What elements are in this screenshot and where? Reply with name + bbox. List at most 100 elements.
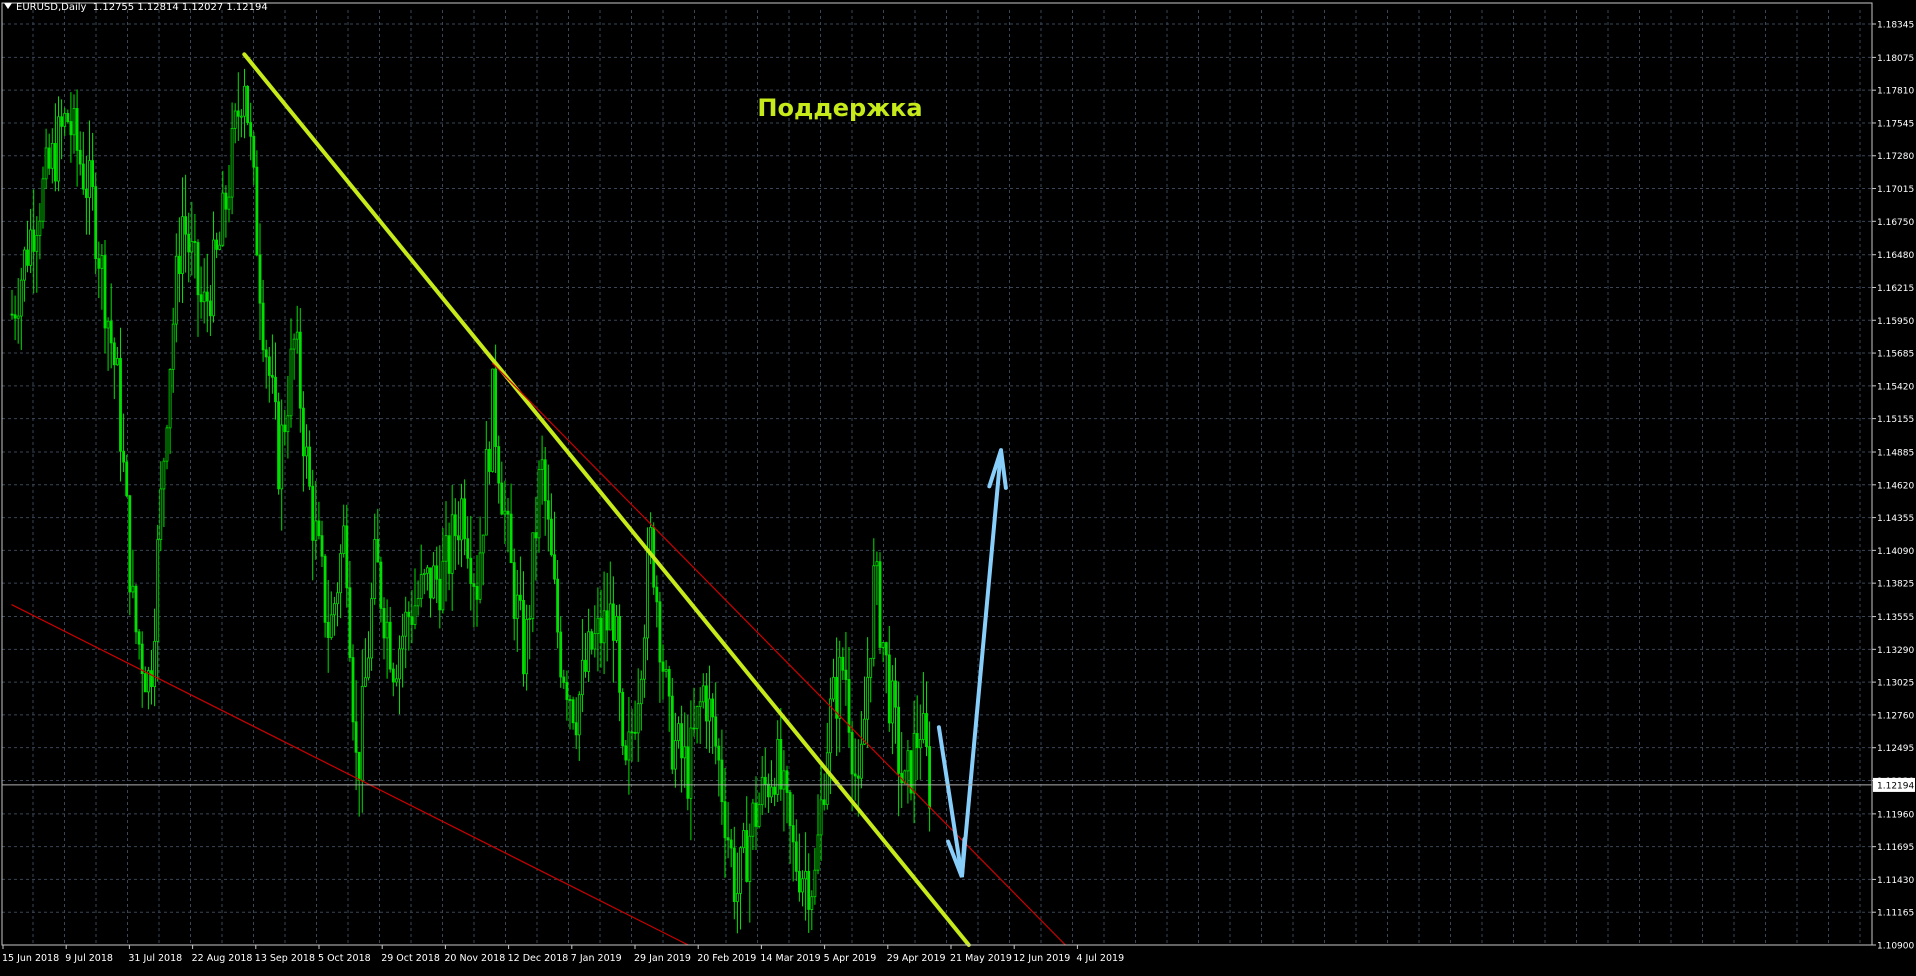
- candle-body: [26, 249, 29, 266]
- candle-body: [819, 799, 823, 836]
- candle-body: [47, 147, 51, 169]
- candle-body: [912, 733, 916, 794]
- candle-body: [500, 482, 504, 515]
- candle-body: [267, 356, 271, 376]
- price-chart[interactable]: 1.18345 1.18075 1.17810 1.17545 1.17280 1.170…: [0, 0, 1916, 972]
- candle-body: [627, 731, 631, 761]
- candle-body: [317, 520, 321, 537]
- candle-body: [270, 375, 274, 378]
- candle-body: [872, 565, 876, 659]
- candle-body: [305, 446, 308, 457]
- candle-body: [308, 446, 312, 487]
- candle-body: [348, 587, 352, 658]
- candle-body: [810, 896, 814, 910]
- candle-body: [460, 498, 463, 541]
- candle-body: [425, 567, 429, 574]
- candle-body: [915, 733, 919, 749]
- candle-body: [615, 616, 618, 641]
- candle-body: [779, 738, 783, 790]
- candle-body: [708, 698, 711, 722]
- candle-body: [277, 401, 281, 490]
- candle-body: [798, 870, 801, 893]
- candle-body: [112, 342, 116, 366]
- candle-body: [674, 740, 677, 770]
- candle-body: [208, 300, 212, 317]
- x-tick-label: 20 Feb 2019: [697, 953, 756, 964]
- candle-body: [311, 485, 315, 541]
- candle-body: [345, 525, 349, 589]
- candle-body: [13, 314, 17, 319]
- candle-body: [773, 786, 776, 795]
- candle-body: [714, 716, 718, 747]
- candle-body: [289, 348, 293, 417]
- candle-body: [122, 450, 125, 463]
- candle-body: [928, 746, 931, 809]
- y-tick-label: 1.16750: [1877, 218, 1914, 228]
- candle-body: [757, 804, 761, 827]
- candle-body: [562, 676, 566, 683]
- y-tick-label: 1.14620: [1877, 481, 1914, 491]
- candle-body: [438, 578, 442, 611]
- ohlc-values: 1.12755 1.12814 1.12027 1.12194: [92, 2, 268, 13]
- candle-body: [283, 424, 287, 433]
- candle-body: [239, 115, 243, 118]
- candle-body: [807, 870, 811, 910]
- candle-body: [140, 643, 144, 674]
- candle-body: [450, 514, 454, 574]
- candle-body: [150, 670, 153, 688]
- candle-body: [202, 291, 206, 303]
- candle-body: [413, 605, 417, 625]
- candle-body: [844, 669, 848, 680]
- dropdown-triangle-icon[interactable]: [4, 3, 12, 9]
- candle-body: [221, 192, 225, 246]
- candle-body: [624, 745, 628, 761]
- candle-body: [125, 461, 129, 497]
- candle-body: [298, 331, 302, 409]
- candle-body: [376, 539, 380, 563]
- chart-title-bar: EURUSD,Daily 1.12755 1.12814 1.12027 1.1…: [4, 2, 268, 13]
- support-annotation: Поддержка: [757, 94, 922, 122]
- candle-body: [19, 279, 23, 317]
- candle-body: [891, 680, 894, 724]
- candle-body: [556, 578, 559, 633]
- y-tick-label: 1.15155: [1877, 415, 1914, 425]
- candle-body: [677, 723, 680, 742]
- candle-body: [100, 255, 104, 269]
- candle-body: [236, 110, 240, 117]
- candle-body: [38, 220, 42, 236]
- candle-body: [881, 642, 885, 648]
- candle-body: [463, 498, 467, 540]
- candle-body: [410, 616, 414, 625]
- candle-body: [379, 561, 383, 609]
- candle-body: [243, 85, 246, 117]
- candle-body: [922, 713, 925, 740]
- candle-body: [342, 525, 346, 554]
- y-tick-label: 1.11430: [1877, 876, 1914, 886]
- candle-body: [491, 368, 494, 472]
- candle-body: [407, 611, 411, 618]
- candle-body: [630, 731, 634, 734]
- candle-body: [822, 799, 826, 805]
- y-tick-label: 1.11165: [1877, 909, 1914, 919]
- candle-body: [137, 631, 141, 645]
- candle-body: [329, 614, 333, 638]
- candle-body: [587, 631, 590, 672]
- y-tick-label: 1.14090: [1877, 547, 1914, 557]
- candle-body: [742, 830, 745, 849]
- x-tick-label: 4 Jul 2019: [1076, 953, 1124, 964]
- candle-body: [813, 869, 817, 898]
- candle-body: [286, 415, 290, 433]
- candle-body: [664, 669, 668, 672]
- candle-body: [370, 598, 374, 659]
- x-tick-label: 29 Apr 2019: [887, 953, 946, 964]
- candle-body: [435, 565, 439, 580]
- candle-body: [692, 727, 696, 730]
- candle-body: [16, 315, 20, 319]
- candle-body: [680, 723, 683, 759]
- candle-body: [739, 847, 742, 894]
- candle-body: [280, 424, 284, 490]
- candle-body: [528, 618, 532, 620]
- candle-body: [711, 698, 714, 718]
- candle-body: [732, 847, 736, 902]
- candle-body: [22, 249, 26, 281]
